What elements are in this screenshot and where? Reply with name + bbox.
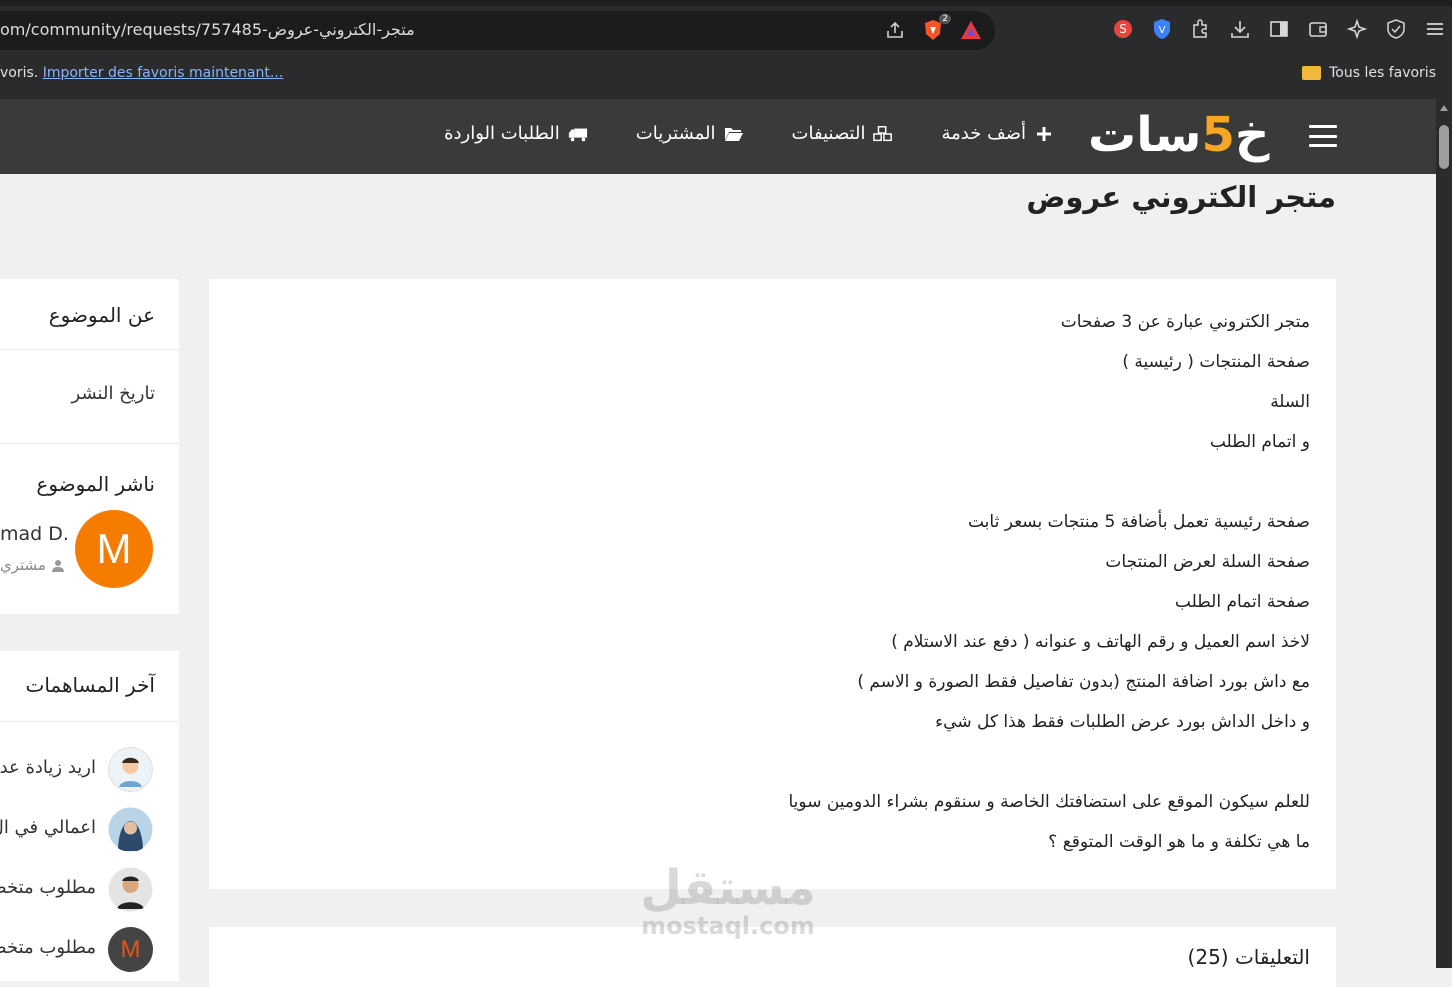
extension-toolbar: S V — [1110, 16, 1448, 42]
leo-ai-icon[interactable] — [1344, 16, 1370, 42]
share-icon[interactable] — [883, 18, 907, 42]
vpn-icon[interactable] — [1383, 16, 1409, 42]
wallet-icon[interactable] — [1305, 16, 1331, 42]
shield-badge: 2 — [939, 14, 951, 24]
browser-chrome: om/community/requests/757485-متجر-الكترو… — [0, 0, 1452, 99]
request-description-card: متجر الكتروني عبارة عن 3 صفحات صفحة المنت… — [209, 279, 1336, 889]
scroll-up-arrow-icon[interactable] — [1440, 105, 1448, 111]
contribution-title: اعمالي في ال — [0, 817, 96, 838]
nav-incoming-orders[interactable]: الطلبات الواردة — [444, 123, 588, 144]
import-bookmarks-link[interactable]: Importer des favoris maintenant... — [43, 65, 284, 81]
user-icon — [51, 559, 64, 572]
contribution-title: اريد زيادة عدد — [0, 757, 96, 778]
contribution-title: مطلوب متخصص — [0, 937, 96, 958]
contribution-item[interactable]: مطلوب متخصص — [0, 867, 179, 915]
vpn-shield-icon[interactable]: V — [1149, 16, 1175, 42]
description-line: لاخذ اسم العميل و رقم الهاتف و عنوانه ( … — [891, 632, 1310, 652]
menu-icon[interactable] — [1422, 16, 1448, 42]
scroll-thumb[interactable] — [1439, 125, 1449, 169]
main-nav: أضف خدمة التصنيفات المشتريات الطلبات الو… — [444, 123, 1054, 144]
contributor-avatar: M — [108, 927, 153, 972]
contributor-avatar — [108, 747, 153, 792]
description-line: مع داش بورد اضافة المنتج (بدون تفاصيل فق… — [857, 672, 1310, 692]
request-description: متجر الكتروني عبارة عن 3 صفحات صفحة المنت… — [230, 307, 1311, 867]
comments-title: التعليقات (25) — [1187, 945, 1310, 969]
publisher-title: ناشر الموضوع — [36, 472, 155, 496]
page-title: متجر الكتروني عروض — [1026, 180, 1336, 214]
bookmarks-bar: voris. Importer des favoris maintenant..… — [0, 60, 1452, 88]
brave-shield-icon[interactable]: 2 — [921, 14, 951, 42]
folder-icon — [1302, 66, 1322, 80]
cubes-icon — [873, 125, 893, 141]
hamburger-menu-icon[interactable] — [1309, 125, 1337, 147]
svg-text:V: V — [1159, 25, 1166, 36]
description-line: صفحة اتمام الطلب — [1174, 592, 1310, 612]
description-line: و داخل الداش بورد عرض الطلبات فقط هذا كل… — [935, 712, 1310, 732]
publish-date-label: تاريخ النشر — [71, 383, 155, 404]
download-icon[interactable] — [1227, 16, 1253, 42]
latest-contributions-card: آخر المساهمات اريد زيادة عدد اعمالي في ا… — [0, 651, 179, 981]
description-line: صفحة المنتجات ( رئيسية ) — [1122, 352, 1310, 372]
contribution-item[interactable]: اريد زيادة عدد — [0, 747, 179, 795]
brave-rewards-icon[interactable] — [959, 18, 983, 42]
about-topic-title: عن الموضوع — [48, 303, 155, 327]
description-line: صفحة رئيسية تعمل بأضافة 5 منتجات بسعر ثا… — [967, 512, 1310, 532]
description-blank-line — [230, 747, 1310, 787]
extension-s-icon[interactable]: S — [1110, 16, 1136, 42]
folder-open-icon — [724, 127, 743, 141]
publisher-name[interactable]: mad D. — [0, 523, 69, 545]
about-topic-card: عن الموضوع تاريخ النشر ناشر الموضوع M ma… — [0, 279, 179, 614]
contribution-title: مطلوب متخصص — [0, 877, 96, 898]
description-line: متجر الكتروني عبارة عن 3 صفحات — [1060, 312, 1310, 332]
description-line: للعلم سيكون الموقع على استضافتك الخاصة و… — [788, 792, 1311, 812]
url-text[interactable]: om/community/requests/757485-متجر-الكترو… — [0, 20, 415, 39]
address-bar[interactable]: om/community/requests/757485-متجر-الكترو… — [0, 11, 995, 50]
all-bookmarks-label: Tous les favoris — [1329, 65, 1436, 81]
publisher-role: مشتري — [0, 556, 64, 574]
nav-add-service[interactable]: أضف خدمة — [941, 123, 1054, 144]
plus-icon — [1037, 126, 1051, 141]
site-logo[interactable]: خ5سات — [1088, 107, 1271, 163]
nav-categories[interactable]: التصنيفات — [792, 123, 894, 144]
nav-purchases[interactable]: المشتريات — [636, 123, 744, 144]
mostaql-watermark: مستقل mostaql.com — [640, 860, 816, 940]
description-blank-line — [230, 467, 1310, 507]
bookmarks-prefix: voris. — [0, 65, 39, 81]
extensions-puzzle-icon[interactable] — [1188, 16, 1214, 42]
description-line: و اتمام الطلب — [1209, 432, 1310, 452]
description-line: السلة — [1270, 392, 1310, 412]
publisher-avatar[interactable]: M — [75, 510, 153, 588]
tab-strip — [0, 0, 1452, 6]
contributor-avatar — [108, 867, 153, 912]
latest-contributions-title: آخر المساهمات — [25, 673, 156, 697]
site-header: خ5سات أضف خدمة التصنيفات المشتريات الطلب… — [0, 99, 1436, 174]
truck-icon — [568, 128, 587, 141]
contribution-item[interactable]: اعمالي في ال — [0, 807, 179, 855]
description-line: صفحة السلة لعرض المنتجات — [1105, 552, 1310, 572]
sidebar-toggle-icon[interactable] — [1266, 16, 1292, 42]
page-scrollbar[interactable] — [1436, 99, 1452, 968]
svg-text:S: S — [1119, 22, 1127, 36]
all-bookmarks-button[interactable]: Tous les favoris — [1302, 65, 1436, 81]
contributor-avatar — [108, 807, 153, 852]
